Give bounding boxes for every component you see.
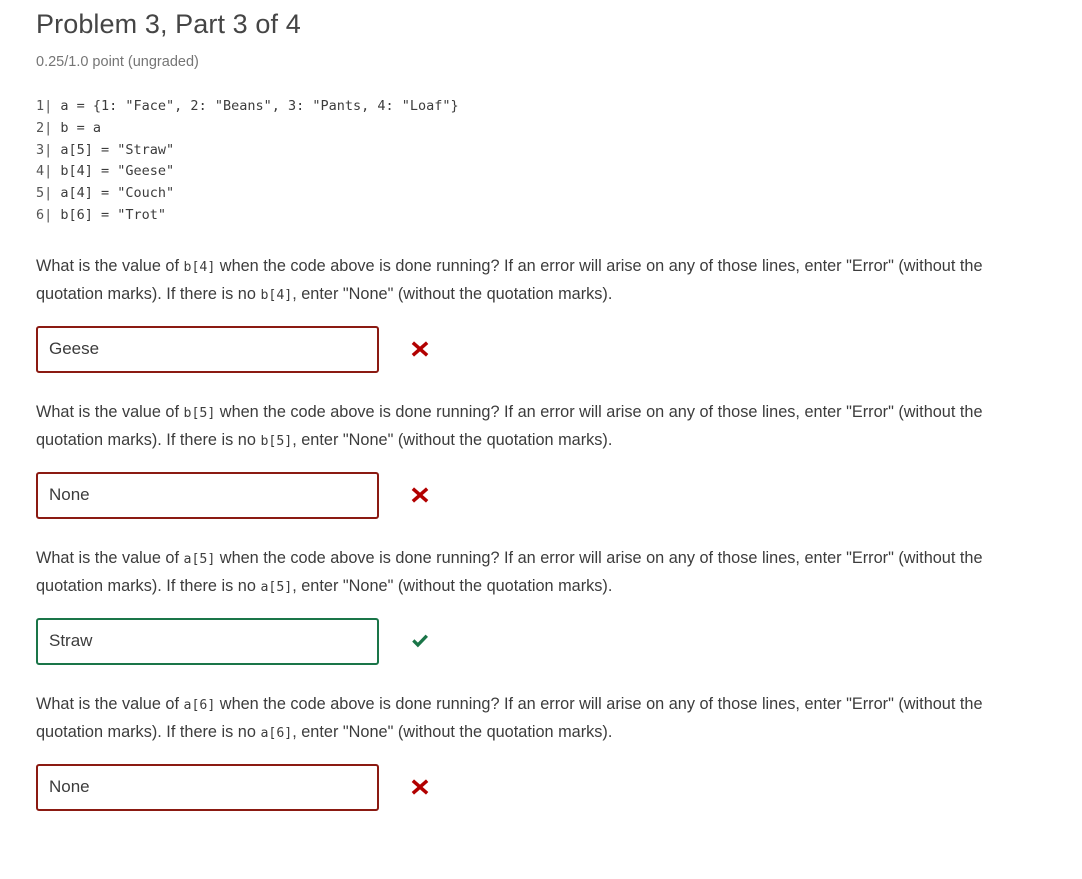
cross-icon — [408, 775, 432, 799]
code-line: 2| b = a — [36, 118, 1082, 140]
question-text-prefix: What is the value of — [36, 256, 184, 275]
code-line-number: 5| — [36, 185, 53, 202]
question-text-suffix: , enter "None" (without the quotation ma… — [292, 431, 613, 450]
code-line-text: b[4] = "Geese" — [52, 163, 175, 180]
question-variable-ref: a[5] — [260, 580, 293, 596]
question-variable-ref: b[5] — [183, 405, 216, 421]
code-line: 4| b[4] = "Geese" — [36, 161, 1082, 183]
question-text-prefix: What is the value of — [36, 548, 184, 567]
answer-row — [36, 602, 1082, 685]
question-block: What is the value of b[5] when the code … — [36, 399, 1082, 545]
code-line-text: b[6] = "Trot" — [52, 206, 167, 223]
question-block: What is the value of b[4] when the code … — [36, 253, 1082, 399]
answer-input[interactable] — [36, 617, 379, 665]
question-variable-ref: b[5] — [260, 434, 293, 450]
answer-row — [36, 310, 1082, 393]
question-variable-ref: b[4] — [260, 288, 293, 304]
code-block: 1| a = {1: "Face", 2: "Beans", 3: "Pants… — [36, 72, 1082, 227]
code-line-number: 6| — [36, 206, 53, 223]
question-text: What is the value of a[5] when the code … — [36, 545, 1050, 602]
questions-list: What is the value of b[4] when the code … — [36, 227, 1082, 837]
code-line-number: 1| — [36, 98, 53, 114]
question-text-suffix: , enter "None" (without the quotation ma… — [292, 723, 613, 742]
code-line-text: a = {1: "Face", 2: "Beans", 3: "Pants, 4… — [52, 98, 459, 114]
question-variable-ref: b[4] — [183, 259, 216, 275]
check-icon — [408, 629, 432, 653]
code-line-number: 2| — [36, 119, 53, 136]
question-variable-ref: a[5] — [183, 551, 216, 567]
question-text: What is the value of b[5] when the code … — [36, 399, 1050, 456]
code-line: 3| a[5] = "Straw" — [36, 140, 1082, 162]
question-block: What is the value of a[6] when the code … — [36, 691, 1082, 837]
code-line-text: a[5] = "Straw" — [52, 141, 175, 158]
code-line: 6| b[6] = "Trot" — [36, 205, 1082, 227]
code-line-number: 3| — [36, 141, 53, 158]
question-text-suffix: , enter "None" (without the quotation ma… — [292, 285, 613, 304]
answer-input[interactable] — [36, 325, 379, 373]
answer-row — [36, 748, 1082, 831]
answer-input[interactable] — [36, 471, 379, 519]
problem-page: Problem 3, Part 3 of 4 0.25/1.0 point (u… — [0, 0, 1082, 837]
question-variable-ref: a[6] — [260, 726, 293, 742]
code-line-number: 4| — [36, 163, 53, 180]
cross-icon — [408, 483, 432, 507]
answer-input[interactable] — [36, 763, 379, 811]
question-text-prefix: What is the value of — [36, 694, 184, 713]
question-variable-ref: a[6] — [183, 697, 216, 713]
page-title: Problem 3, Part 3 of 4 — [36, 9, 301, 39]
question-text-suffix: , enter "None" (without the quotation ma… — [292, 577, 613, 596]
code-line-text: b = a — [52, 119, 102, 136]
code-line: 1| a = {1: "Face", 2: "Beans", 3: "Pants… — [36, 96, 1082, 118]
points-status: 0.25/1.0 point (ungraded) — [36, 54, 199, 70]
cross-icon — [408, 337, 432, 361]
question-text: What is the value of a[6] when the code … — [36, 691, 1050, 748]
code-line: 5| a[4] = "Couch" — [36, 183, 1082, 205]
question-text-prefix: What is the value of — [36, 402, 184, 421]
question-text: What is the value of b[4] when the code … — [36, 253, 1050, 310]
question-block: What is the value of a[5] when the code … — [36, 545, 1082, 691]
answer-row — [36, 456, 1082, 539]
code-line-text: a[4] = "Couch" — [52, 185, 175, 202]
